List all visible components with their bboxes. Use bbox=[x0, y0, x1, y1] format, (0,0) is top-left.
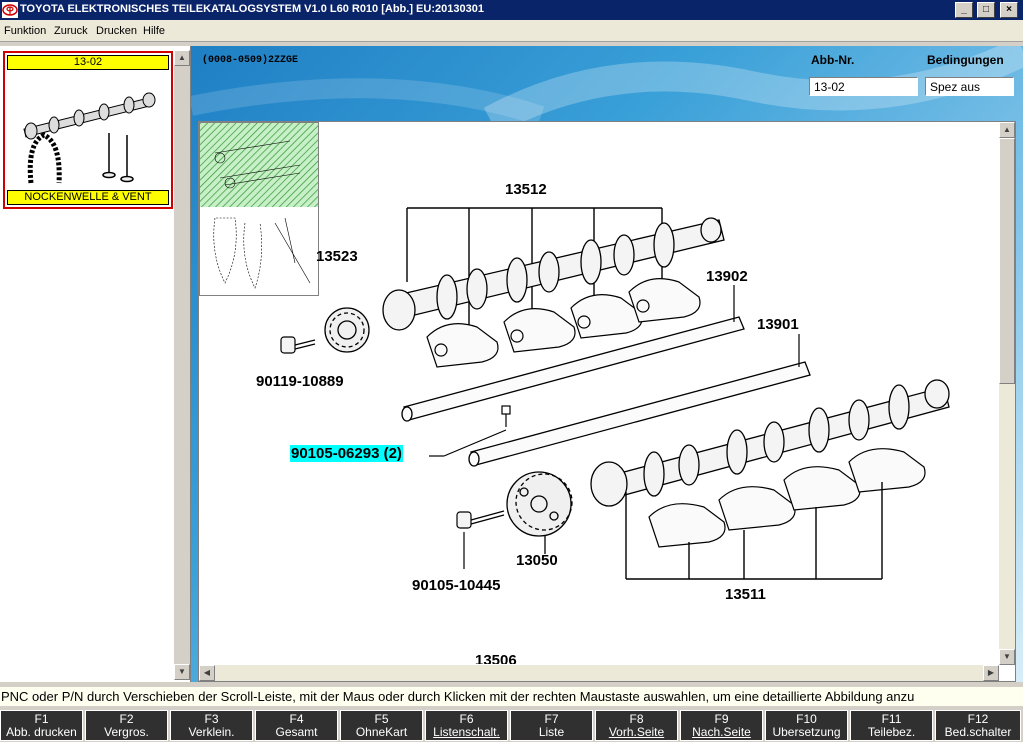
callout-13902[interactable]: 13902 bbox=[706, 268, 748, 285]
diagram-scroll-thumb[interactable] bbox=[999, 138, 1015, 384]
callout-90105-10445[interactable]: 90105-10445 bbox=[412, 577, 500, 594]
scroll-up-icon[interactable]: ▲ bbox=[174, 50, 190, 66]
f12-bed-schalter-button[interactable]: F12 Bed.schalter bbox=[935, 710, 1021, 741]
callout-13901[interactable]: 13901 bbox=[757, 316, 799, 333]
f10-ubersetzung-button[interactable]: F10 Ubersetzung bbox=[765, 710, 848, 741]
thumbnail-caption: NOCKENWELLE & VENT bbox=[7, 190, 169, 205]
menu-funktion[interactable]: Funktion bbox=[4, 25, 46, 37]
function-key-bar: F1 Abb. drucken F2 Vergros. F3 Verklein. F4… bbox=[0, 708, 1023, 742]
menu-bar: Funktion Zuruck Drucken Hilfe bbox=[0, 20, 1023, 42]
diagram-scroll-up-icon[interactable]: ▲ bbox=[999, 122, 1015, 138]
callout-90105-06293[interactable]: 90105-06293 (2) bbox=[290, 445, 403, 462]
diagram-scroll-left-icon[interactable]: ◀ bbox=[199, 665, 215, 681]
thumbnail-panel: 13-02 NOCKENWELLE & VENT ▲ ▼ bbox=[0, 46, 191, 682]
f1-abb-drucken-button[interactable]: F1 Abb. drucken bbox=[0, 710, 83, 741]
title-bar: TOYOTA ELEKTRONISCHES TEILEKATALOGSYSTEM… bbox=[0, 0, 1023, 20]
diagram-vertical-scrollbar[interactable]: ▲ ▼ bbox=[999, 122, 1015, 665]
abb-label: Abb-Nr. bbox=[811, 53, 855, 67]
parts-diagram[interactable]: 13512 13523 13902 13901 90119-10889 9010… bbox=[198, 121, 1016, 682]
callout-90119-10889[interactable]: 90119-10889 bbox=[256, 373, 344, 390]
f9-nach-seite-button[interactable]: F9 Nach.Seite bbox=[680, 710, 763, 741]
f7-liste-button[interactable]: F7 Liste bbox=[510, 710, 593, 741]
menu-zuruck[interactable]: Zuruck bbox=[54, 25, 88, 37]
exploded-view-drawing bbox=[280, 207, 950, 580]
f4-gesamt-button[interactable]: F4 Gesamt bbox=[255, 710, 338, 741]
diagram-scroll-right-icon[interactable]: ▶ bbox=[983, 665, 999, 681]
callout-13512[interactable]: 13512 bbox=[505, 181, 547, 198]
callout-13050[interactable]: 13050 bbox=[516, 552, 558, 569]
app-window: TOYOTA ELEKTRONISCHES TEILEKATALOGSYSTEM… bbox=[0, 0, 1023, 742]
f6-listenschalt-button[interactable]: F6 Listenschalt. bbox=[425, 710, 508, 741]
window-title: TOYOTA ELEKTRONISCHES TEILEKATALOGSYSTEM… bbox=[20, 3, 484, 15]
bedingungen-label: Bedingungen bbox=[927, 53, 1004, 67]
f2-vergros-button[interactable]: F2 Vergros. bbox=[85, 710, 168, 741]
diagram-horizontal-scrollbar[interactable]: ◀ ▶ bbox=[199, 665, 999, 681]
callout-13523[interactable]: 13523 bbox=[316, 248, 358, 265]
model-code: (0008-0509)2ZZGE bbox=[202, 55, 299, 66]
toyota-logo-icon bbox=[2, 2, 18, 18]
abb-field[interactable]: 13-02 bbox=[809, 77, 918, 96]
left-scrollbar[interactable]: ▲ ▼ bbox=[174, 50, 190, 680]
menu-drucken[interactable]: Drucken bbox=[96, 25, 137, 37]
thumbnail-card[interactable]: 13-02 NOCKENWELLE & VENT bbox=[3, 51, 173, 209]
diagram-scroll-down-icon[interactable]: ▼ bbox=[999, 649, 1015, 665]
camshaft-thumbnail-icon bbox=[23, 92, 156, 184]
bedingungen-field[interactable]: Spez aus bbox=[925, 77, 1014, 96]
maximize-button[interactable]: □ bbox=[977, 2, 995, 18]
f3-verklein-button[interactable]: F3 Verklein. bbox=[170, 710, 253, 741]
f5-ohnekart-button[interactable]: F5 OhneKart bbox=[340, 710, 423, 741]
thumbnail-code: 13-02 bbox=[7, 55, 169, 70]
close-button[interactable]: × bbox=[1000, 2, 1018, 18]
callout-13511[interactable]: 13511 bbox=[725, 586, 766, 603]
minimize-button[interactable]: _ bbox=[955, 2, 973, 18]
scroll-down-icon[interactable]: ▼ bbox=[174, 664, 190, 680]
f8-vorh-seite-button[interactable]: F8 Vorh.Seite bbox=[595, 710, 678, 741]
status-message: PNC oder P/N durch Verschieben der Scrol… bbox=[0, 687, 1023, 706]
menu-hilfe[interactable]: Hilfe bbox=[143, 25, 165, 37]
f11-teilebez-button[interactable]: F11 Teilebez. bbox=[850, 710, 933, 741]
callout-13506[interactable]: 13506 bbox=[475, 652, 517, 664]
